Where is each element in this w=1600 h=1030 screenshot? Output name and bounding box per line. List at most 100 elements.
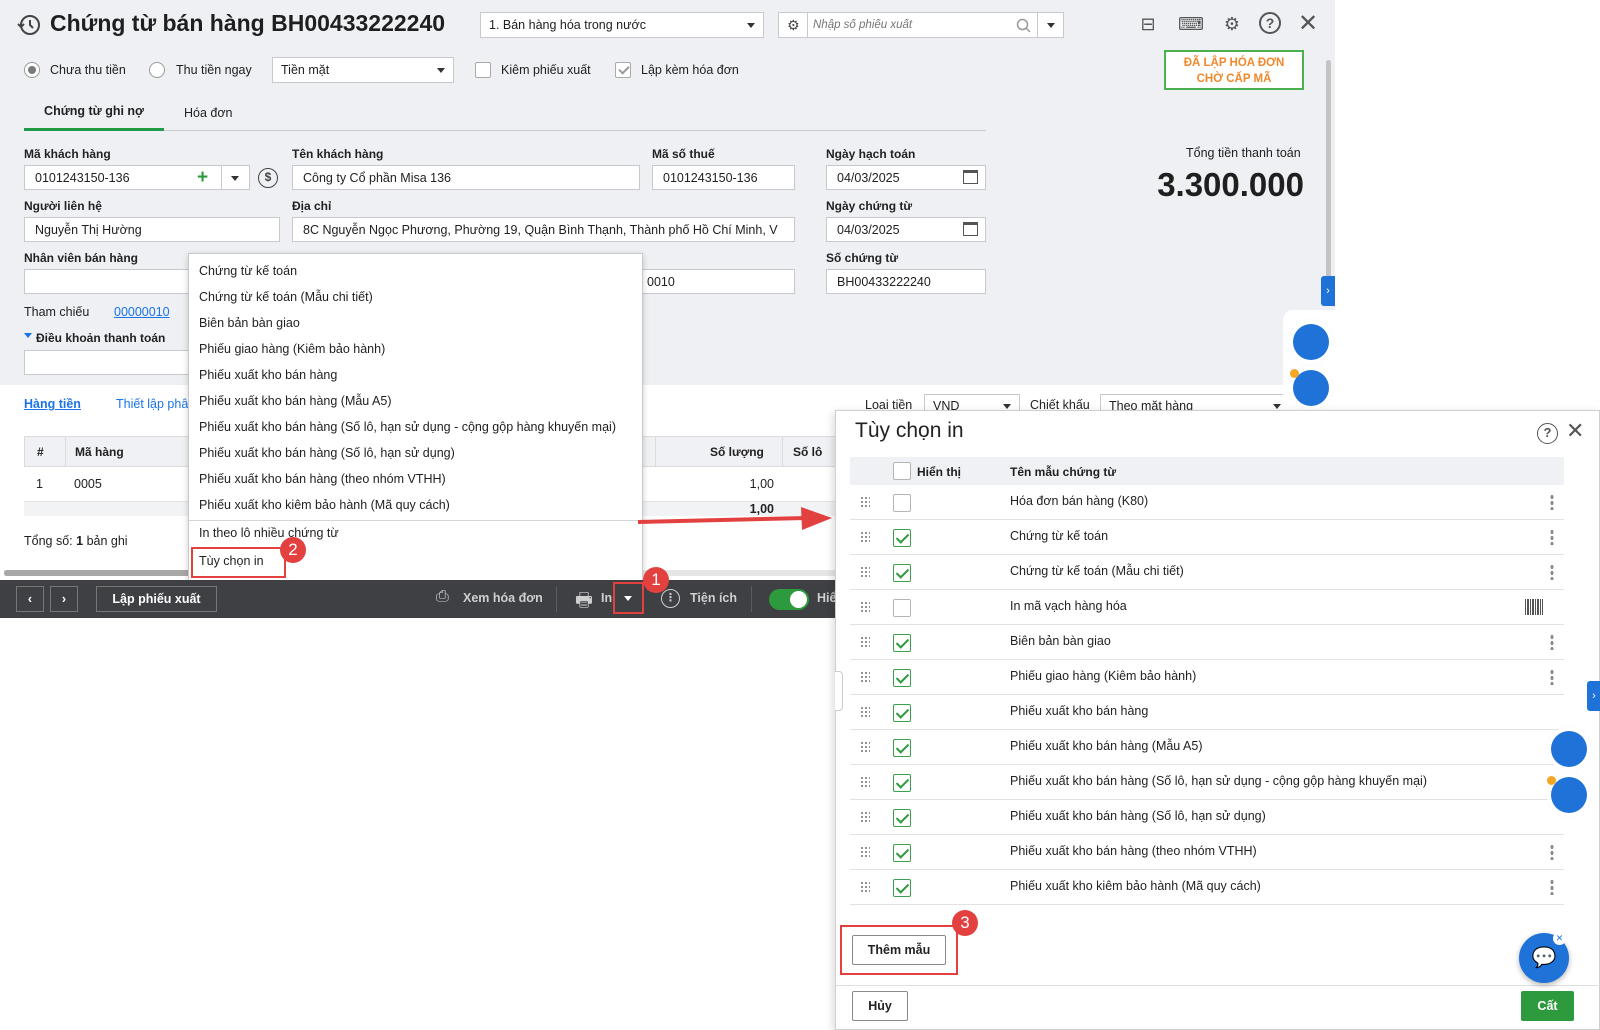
menu-item[interactable]: Chứng từ kế toán (Mẫu chi tiết) [199,290,373,304]
calendar-icon[interactable] [963,222,978,236]
invoice-checkbox[interactable] [615,62,631,78]
chevron-right-icon[interactable]: › [1321,276,1335,306]
calendar-icon[interactable] [963,170,978,184]
search-icon[interactable] [1016,18,1032,34]
doc-no-field[interactable]: BH00433222240 [826,269,986,294]
close-icon[interactable]: ✕ [1296,12,1320,36]
menu-item[interactable]: Phiếu xuất kho bán hàng (theo nhóm VTHH) [199,472,446,486]
view-invoice-button[interactable]: Xem hóa đơn [463,591,543,605]
printer-icon[interactable]: 🖶 [575,586,593,618]
partial-field[interactable]: 0010 [640,269,795,294]
view-invoice-icon[interactable]: ⎙ [436,588,449,606]
drag-handle-icon[interactable] [860,706,870,718]
payment-terms-label[interactable]: Điều khoản thanh toán [36,331,165,345]
menu-item[interactable]: Phiếu xuất kho bán hàng (Số lô, hạn sử d… [199,420,616,434]
chevron-right-icon[interactable]: › [1587,681,1600,711]
template-row[interactable]: Phiếu xuất kho bán hàng (Mẫu A5) [850,730,1564,765]
more-icon[interactable] [1550,879,1554,895]
voucher-type-select[interactable]: 1. Bán hàng hóa trong nước [480,12,764,38]
customer-name-field[interactable]: Công ty Cổ phần Misa 136 [292,165,640,190]
template-row[interactable]: Phiếu xuất kho kiêm bảo hành (Mã quy các… [850,870,1564,905]
drag-handle-icon[interactable] [860,566,870,578]
cancel-button[interactable]: Hủy [852,991,908,1021]
drag-handle-icon[interactable] [860,811,870,823]
menu-item[interactable]: Phiếu xuất kho bán hàng (Số lô, hạn sử d… [199,446,455,460]
tax-code-field[interactable]: 0101243150-136 [652,165,795,190]
print-dropdown-button[interactable] [613,582,644,614]
next-button[interactable]: › [50,586,78,612]
add-template-button[interactable]: Thêm mẫu [852,935,946,965]
menu-item[interactable]: Biên bản bàn giao [199,316,300,330]
template-row[interactable]: In mã vạch hàng hóa [850,590,1564,625]
prev-button[interactable]: ‹ [16,586,44,612]
menu-item[interactable]: Phiếu giao hàng (Kiêm bảo hành) [199,342,385,356]
radio-paid[interactable] [149,62,165,78]
drag-handle-icon[interactable] [860,496,870,508]
utilities-icon[interactable]: ⋮ [661,589,680,608]
barcode-icon[interactable] [1525,599,1543,615]
help-icon[interactable]: ? [1259,12,1281,34]
history-icon[interactable] [16,12,42,38]
show-checkbox[interactable] [893,809,911,827]
template-row[interactable]: Phiếu giao hàng (Kiêm bảo hành) [850,660,1564,695]
close-icon[interactable]: ✕ [1566,418,1584,444]
show-checkbox[interactable] [893,669,911,687]
reference-link[interactable]: 00000010 [114,305,170,319]
chevron-down-icon[interactable] [231,176,239,181]
tab-goods[interactable]: Hàng tiền [24,397,81,411]
tab-setup[interactable]: Thiết lập phâ [116,397,188,411]
show-checkbox[interactable] [893,599,911,617]
template-row[interactable]: Phiếu xuất kho bán hàng [850,695,1564,730]
menu-item-print-options[interactable]: Tùy chọn in [199,554,264,568]
customer-code-field[interactable]: 0101243150-136 + [24,165,250,190]
chevron-down-icon[interactable] [1047,23,1055,28]
more-icon[interactable] [1550,494,1554,510]
payment-method-select[interactable]: Tiền mặt [272,57,454,83]
save-button[interactable]: Cất [1521,991,1574,1021]
toggle-switch[interactable] [769,589,809,610]
vertical-scrollbar[interactable] [1326,60,1331,290]
menu-item-batch-print[interactable]: In theo lô nhiều chứng từ [199,526,339,540]
drag-handle-icon[interactable] [860,881,870,893]
template-row[interactable]: Biên bản bàn giao [850,625,1564,660]
template-row[interactable]: Hóa đơn bán hàng (K80) [850,485,1564,520]
robot-icon[interactable] [1551,731,1587,767]
menu-item[interactable]: Phiếu xuất kho bán hàng (Mẫu A5) [199,394,392,408]
drag-handle-icon[interactable] [860,601,870,613]
show-checkbox[interactable] [893,704,911,722]
settings-icon[interactable]: ⚙ [1220,12,1244,36]
menu-item[interactable]: Phiếu xuất kho kiêm bảo hành (Mã quy các… [199,498,450,512]
tab-debit[interactable]: Chứng từ ghi nợ [24,104,164,131]
collapse-handle[interactable] [835,671,843,711]
drag-handle-icon[interactable] [860,636,870,648]
drag-handle-icon[interactable] [860,531,870,543]
expand-icon[interactable] [24,333,32,338]
keyboard-icon[interactable]: ⌨ [1178,12,1204,36]
template-row[interactable]: Phiếu xuất kho bán hàng (theo nhóm VTHH) [850,835,1564,870]
community-icon[interactable] [1551,777,1587,813]
more-icon[interactable] [1550,844,1554,860]
template-row[interactable]: Phiếu xuất kho bán hàng (Số lô, hạn sử d… [850,800,1564,835]
show-checkbox[interactable] [893,739,911,757]
show-checkbox[interactable] [893,494,911,512]
show-checkbox[interactable] [893,844,911,862]
payment-terms-field[interactable] [24,350,189,375]
gear-icon[interactable]: ⚙ [787,17,800,34]
menu-item[interactable]: Phiếu xuất kho bán hàng [199,368,337,382]
show-checkbox[interactable] [893,529,911,547]
radio-unpaid[interactable] [24,62,40,78]
robot-icon[interactable] [1293,324,1329,360]
drag-handle-icon[interactable] [860,741,870,753]
drag-handle-icon[interactable] [860,776,870,788]
doc-date-field[interactable]: 04/03/2025 [826,217,986,242]
template-row[interactable]: Phiếu xuất kho bán hàng (Số lô, hạn sử d… [850,765,1564,800]
help-icon[interactable]: ? [1537,423,1558,444]
salesperson-field[interactable] [24,269,189,294]
scrollbar-thumb[interactable] [4,570,194,576]
tab-invoice[interactable]: Hóa đơn [184,106,233,120]
more-icon[interactable] [1550,529,1554,545]
menu-item[interactable]: Chứng từ kế toán [199,264,297,278]
show-checkbox[interactable] [893,879,911,897]
template-row[interactable]: Chứng từ kế toán [850,520,1564,555]
address-field[interactable]: 8C Nguyễn Ngọc Phương, Phường 19, Quận B… [292,217,795,242]
